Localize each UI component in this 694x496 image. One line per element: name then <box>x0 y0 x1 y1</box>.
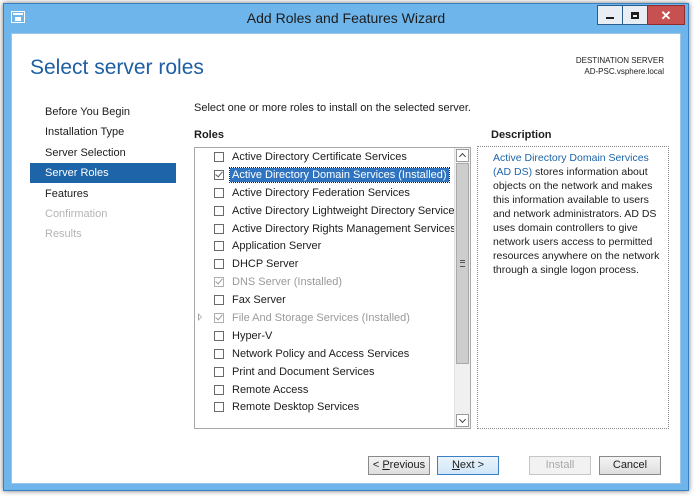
button-bar: < Previous Next > Install Cancel <box>12 452 680 482</box>
role-row[interactable]: Hyper-V <box>195 327 470 345</box>
role-row[interactable]: Active Directory Rights Management Servi… <box>195 220 470 238</box>
role-row[interactable]: File And Storage Services (Installed) <box>195 309 470 327</box>
role-label[interactable]: Active Directory Rights Management Servi… <box>230 222 458 236</box>
role-row[interactable]: Application Server <box>195 237 470 255</box>
role-checkbox[interactable] <box>214 169 224 180</box>
role-label[interactable]: Fax Server <box>230 293 288 307</box>
cancel-button[interactable]: Cancel <box>599 456 661 475</box>
role-row[interactable]: Active Directory Domain Services (Instal… <box>195 166 470 184</box>
next-button-mnemonic: N <box>451 459 460 471</box>
page-title: Select server roles <box>30 56 204 79</box>
role-label[interactable]: DNS Server (Installed) <box>230 275 344 289</box>
nav-step-features[interactable]: Features <box>30 184 176 204</box>
previous-button[interactable]: < Previous <box>368 456 430 475</box>
previous-button-label: revious <box>389 459 426 471</box>
scroll-down-arrow-icon[interactable] <box>456 414 469 427</box>
close-icon: ✕ <box>660 7 672 23</box>
nav-step-server-selection[interactable]: Server Selection <box>30 143 176 163</box>
role-checkbox[interactable] <box>214 366 224 377</box>
nav-step-confirmation: Confirmation <box>45 207 108 220</box>
close-button[interactable]: ✕ <box>647 5 685 25</box>
title-bar[interactable]: Add Roles and Features Wizard ✕ <box>4 4 688 32</box>
description-text: stores information about objects on the … <box>493 166 660 276</box>
role-checkbox[interactable] <box>214 187 224 198</box>
role-row[interactable]: Active Directory Lightweight Directory S… <box>195 202 470 220</box>
role-checkbox[interactable] <box>214 295 224 306</box>
install-button[interactable]: Install <box>529 456 591 475</box>
role-row[interactable]: Network Policy and Access Services <box>195 345 470 363</box>
role-label[interactable]: File And Storage Services (Installed) <box>230 311 412 325</box>
scroll-up-arrow-icon[interactable] <box>456 149 469 162</box>
role-label[interactable]: Application Server <box>230 239 323 253</box>
role-checkbox[interactable] <box>214 241 224 252</box>
role-row[interactable]: Remote Desktop Services <box>195 398 470 416</box>
roles-scrollbar[interactable] <box>454 148 470 428</box>
maximize-icon <box>631 11 639 19</box>
next-button-label: ext > <box>459 459 485 471</box>
destination-server-name: AD-PSC.vsphere.local <box>584 67 664 76</box>
role-row[interactable]: Remote Access <box>195 381 470 399</box>
role-checkbox[interactable] <box>214 223 224 234</box>
destination-server-label: DESTINATION SERVER <box>575 56 664 65</box>
maximize-button[interactable] <box>622 5 648 25</box>
previous-button-mnemonic: P <box>382 459 390 471</box>
wizard-window: Add Roles and Features Wizard ✕ Select s… <box>3 3 689 491</box>
role-label[interactable]: Remote Access <box>230 383 310 397</box>
scrollbar-grip-icon <box>460 260 465 267</box>
role-checkbox[interactable] <box>214 152 224 162</box>
role-label[interactable]: Hyper-V <box>230 329 274 343</box>
role-row[interactable]: DNS Server (Installed) <box>195 273 470 291</box>
role-row[interactable]: Active Directory Certificate Services <box>195 148 470 166</box>
role-checkbox <box>214 277 224 288</box>
nav-step-before-you-begin[interactable]: Before You Begin <box>30 102 176 122</box>
description-heading: Description <box>491 129 552 141</box>
nav-step-server-roles[interactable]: Server Roles <box>30 163 176 184</box>
instruction-text: Select one or more roles to install on t… <box>194 102 471 114</box>
role-label[interactable]: Network Policy and Access Services <box>230 347 411 361</box>
roles-panel: Select one or more roles to install on t… <box>194 102 678 432</box>
minimize-button[interactable] <box>597 5 623 25</box>
role-label[interactable]: Active Directory Lightweight Directory S… <box>230 204 462 218</box>
role-label[interactable]: Active Directory Domain Services (Instal… <box>229 166 450 183</box>
expand-arrow-icon[interactable] <box>198 313 202 322</box>
role-checkbox[interactable] <box>214 259 224 270</box>
role-row[interactable]: Print and Document Services <box>195 363 470 381</box>
wizard-steps-nav: Before You Begin Installation Type Server … <box>30 102 176 245</box>
role-checkbox <box>214 313 224 324</box>
wizard-content: Select server roles DESTINATION SERVER A… <box>11 33 681 484</box>
role-label[interactable]: Active Directory Federation Services <box>230 186 412 200</box>
window-title: Add Roles and Features Wizard <box>246 10 446 26</box>
scrollbar-thumb[interactable] <box>456 163 469 364</box>
role-label[interactable]: Active Directory Certificate Services <box>230 150 409 164</box>
minimize-icon <box>606 17 614 19</box>
role-label[interactable]: Print and Document Services <box>230 365 376 379</box>
previous-button-prefix: < <box>372 459 383 471</box>
role-checkbox[interactable] <box>214 348 224 359</box>
role-checkbox[interactable] <box>214 205 224 216</box>
role-row[interactable]: Active Directory Federation Services <box>195 184 470 202</box>
role-row[interactable]: DHCP Server <box>195 255 470 273</box>
role-checkbox[interactable] <box>214 330 224 341</box>
next-button[interactable]: Next > <box>437 456 499 475</box>
role-label[interactable]: DHCP Server <box>230 257 300 271</box>
description-box: Active Directory Domain Services (AD DS)… <box>477 146 669 429</box>
roles-heading: Roles <box>194 129 224 141</box>
role-label[interactable]: Remote Desktop Services <box>230 400 361 414</box>
role-checkbox[interactable] <box>214 402 224 413</box>
roles-list[interactable]: Active Directory Certificate Services Act… <box>194 147 471 429</box>
nav-step-installation-type[interactable]: Installation Type <box>30 122 176 142</box>
role-row[interactable]: Fax Server <box>195 291 470 309</box>
role-checkbox[interactable] <box>214 384 224 395</box>
nav-step-results: Results <box>45 228 82 241</box>
